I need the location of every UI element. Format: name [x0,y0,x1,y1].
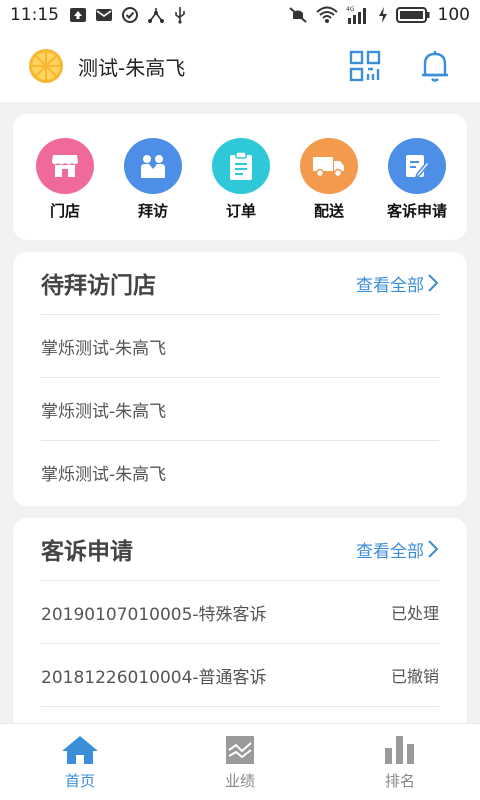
view-all-label: 查看全部 [356,541,424,562]
quick-action-delivery[interactable]: 配送 [293,138,365,221]
quick-action-label: 拜访 [137,202,168,220]
pending-visits-card: 待拜访门店 查看全部 掌烁测试-朱高飞 掌烁测试-朱高飞 掌烁测试-朱高飞 [13,252,467,506]
view-all-link[interactable]: 查看全部 [356,271,439,296]
usb-icon [173,6,187,24]
pending-visits-header: 待拜访门店 查看全部 [41,252,439,315]
list-item[interactable]: 掌烁测试-朱高飞 [41,441,439,504]
bottom-tab-bar: 首页 业绩 排名 [0,724,480,800]
store-icon [36,138,94,194]
status-bar: 11:15 4G 100 [0,0,480,30]
qr-scan-icon[interactable] [348,49,382,83]
ranking-bars-icon [385,735,414,764]
quick-action-order[interactable]: 订单 [205,138,277,221]
store-name: 掌烁测试-朱高飞 [41,401,167,422]
quick-action-store[interactable]: 门店 [29,138,101,221]
list-item[interactable]: 20181226010004-普通客诉 已撤销 [41,644,439,707]
check-circle-icon [121,6,139,24]
tab-performance[interactable]: 业绩 [190,734,290,791]
section-title: 待拜访门店 [41,273,156,299]
chevron-right-icon [428,274,439,292]
store-name: 掌烁测试-朱高飞 [41,338,167,359]
list-item[interactable]: 掌烁测试-朱高飞 [41,378,439,441]
view-all-label: 查看全部 [356,275,424,296]
complaint-title: 20190107010005-特殊客诉 [41,604,267,625]
quick-action-complaint[interactable]: 客诉申请 [381,138,453,221]
chevron-right-icon [428,540,439,558]
quick-action-visit[interactable]: 拜访 [117,138,189,221]
visit-icon [124,138,182,194]
wifi-icon [315,6,338,24]
header-title: 测试-朱高飞 [78,55,186,80]
battery-icon [395,6,430,24]
complaints-header: 客诉申请 查看全部 [41,518,439,581]
tab-home[interactable]: 首页 [30,734,130,791]
quick-action-label: 订单 [225,202,256,220]
order-clipboard-icon [212,138,270,194]
tab-label: 业绩 [224,771,255,790]
mail-icon [95,7,113,23]
status-time: 11:15 [10,5,59,25]
view-all-link[interactable]: 查看全部 [356,537,439,562]
delivery-truck-icon [300,138,358,194]
tab-label: 排名 [384,771,415,790]
store-name: 掌烁测试-朱高飞 [41,465,167,485]
list-item[interactable]: 掌烁测试-朱高飞 [41,315,439,378]
upload-icon [69,7,87,23]
tab-label: 首页 [64,771,95,790]
charging-icon [378,6,388,24]
complaint-edit-icon [388,138,446,194]
app-header: 测试-朱高飞 [0,30,480,102]
tab-ranking[interactable]: 排名 [350,734,450,791]
complaint-status: 已撤销 [390,667,439,686]
signal-icon: 4G [346,5,370,25]
share-icon [147,6,165,24]
quick-actions-card: 门店 拜访 订单 配送 客诉申请 [13,114,467,240]
quick-action-label: 客诉申请 [386,202,447,220]
home-icon [62,735,98,764]
bell-icon[interactable] [418,49,452,83]
list-item[interactable]: 20190107010005-特殊客诉 已处理 [41,581,439,644]
quick-action-label: 门店 [49,202,80,220]
performance-chart-icon [226,735,254,764]
network-type-label: 4G [346,6,355,13]
complaint-status: 已处理 [390,604,439,623]
quick-action-label: 配送 [313,202,344,220]
mute-icon [288,6,308,24]
orange-logo-icon [28,48,64,84]
section-title: 客诉申请 [41,539,133,565]
complaints-card: 客诉申请 查看全部 20190107010005-特殊客诉 已处理 201812… [13,518,467,738]
battery-level: 100 [437,5,470,25]
complaint-title: 20181226010004-普通客诉 [41,667,267,688]
